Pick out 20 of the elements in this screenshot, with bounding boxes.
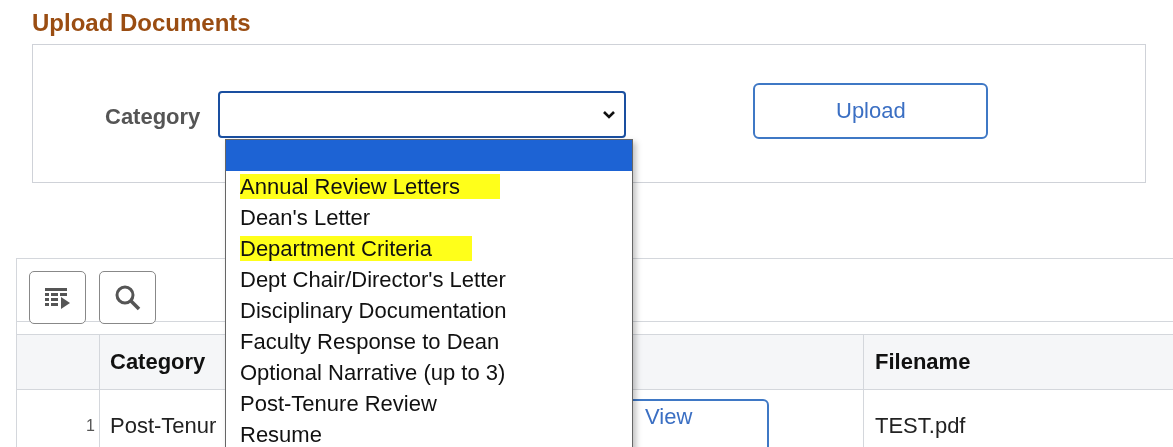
chevron-down-icon [602, 110, 617, 119]
dropdown-option[interactable]: Department Criteria [226, 233, 632, 264]
table-cell: TEST.pdf [875, 413, 966, 439]
dropdown-option[interactable]: Post-Tenure Review [226, 388, 632, 419]
dropdown-option[interactable]: Optional Narrative (up to 3) [226, 357, 632, 388]
section-title: Upload Documents [32, 9, 251, 37]
table-cell: Post-Tenur [110, 413, 217, 439]
category-label: Category [105, 104, 201, 130]
row-number: 1 [86, 417, 95, 435]
category-select[interactable] [218, 91, 627, 138]
dropdown-option[interactable]: Resume [226, 419, 632, 447]
dropdown-option[interactable]: Dean's Letter [226, 202, 632, 233]
dropdown-option[interactable]: Dept Chair/Director's Letter [226, 264, 632, 295]
column-header: Filename [874, 348, 972, 376]
column-header: Category [109, 348, 207, 376]
upload-button[interactable]: Upload [753, 83, 989, 139]
column-settings-icon[interactable] [29, 271, 86, 324]
search-icon[interactable] [99, 271, 156, 324]
dropdown-option[interactable]: Disciplinary Documentation [226, 295, 632, 326]
dropdown-option[interactable]: Faculty Response to Dean [226, 326, 632, 357]
